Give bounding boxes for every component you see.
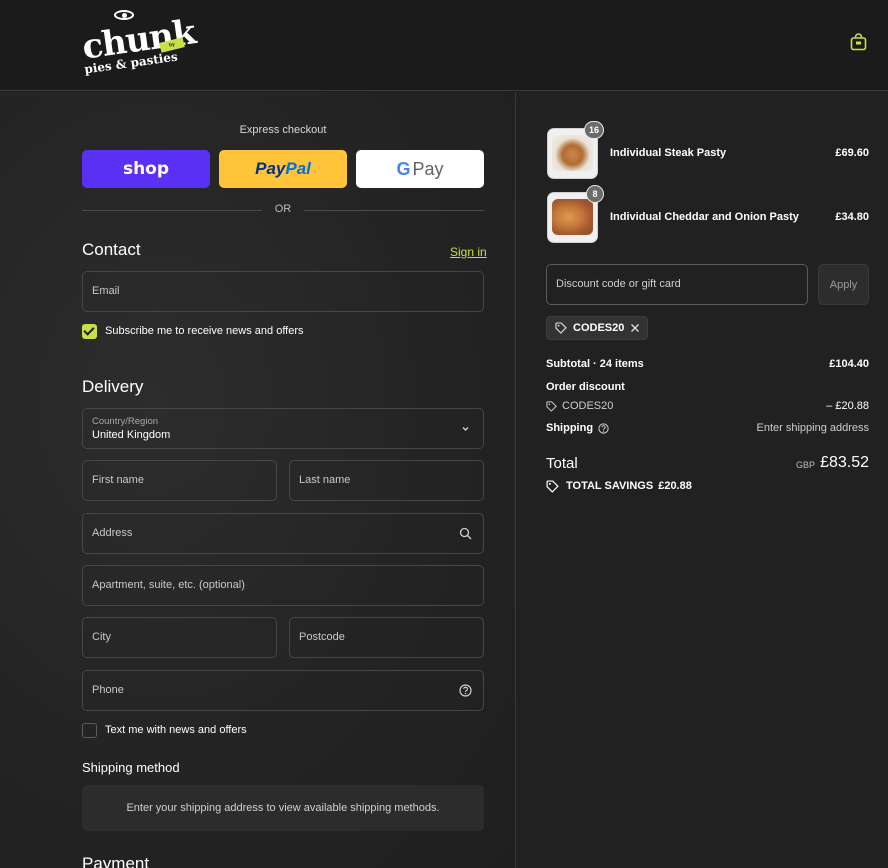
first-name-field[interactable]: First name: [82, 460, 277, 501]
express-checkout-title: Express checkout: [239, 124, 327, 136]
search-icon: [459, 527, 472, 540]
postcode-field[interactable]: Postcode: [289, 617, 484, 658]
shopping-bag-icon[interactable]: [850, 33, 867, 51]
text-me-label: Text me with news and offers: [105, 724, 247, 736]
apartment-field[interactable]: Apartment, suite, etc. (optional): [82, 565, 484, 606]
address-field[interactable]: Address: [82, 513, 484, 554]
paypal-label-pal: Pal: [285, 159, 311, 178]
cheddar-onion-pasty-image: [552, 199, 593, 235]
country-select[interactable]: Country/Region United Kingdom: [82, 408, 484, 449]
brand-logo[interactable]: chunk by dartmoor pies & pasties: [80, 10, 198, 76]
shipping-method-message: Enter your shipping address to view avai…: [126, 802, 440, 814]
subtotal-value: £104.40: [829, 358, 869, 370]
shop-pay-label: shop: [122, 159, 170, 179]
site-header: chunk by dartmoor pies & pasties: [0, 0, 888, 91]
google-pay-label: Pay: [412, 158, 444, 179]
discount-code-row: CODES20 – £20.88: [546, 400, 869, 414]
cart-item-thumbnail: 16: [547, 121, 604, 179]
email-placeholder: Email: [92, 285, 120, 297]
shop-pay-button[interactable]: shop: [82, 150, 210, 188]
discount-code-input[interactable]: Discount code or gift card: [546, 264, 808, 305]
discount-placeholder: Discount code or gift card: [556, 278, 681, 290]
help-circle-icon[interactable]: [598, 422, 609, 434]
discount-code-name: CODES20: [562, 400, 614, 412]
steak-pasty-image: [552, 135, 593, 171]
last-name-placeholder: Last name: [299, 474, 351, 486]
subscribe-checkbox-row[interactable]: Subscribe me to receive news and offers: [82, 323, 304, 339]
total-savings-row: TOTAL SAVINGS £20.88: [546, 479, 692, 493]
subtotal-label: Subtotal · 24 items: [546, 358, 644, 370]
text-me-checkbox-row[interactable]: Text me with news and offers: [82, 722, 247, 738]
applied-discount-chip: CODES20: [546, 316, 648, 340]
tag-icon: [546, 479, 559, 493]
shipping-method-title: Shipping method: [82, 760, 180, 775]
country-label: Country/Region: [92, 416, 159, 427]
cart-item-thumbnail: 8: [547, 185, 604, 243]
country-value: United Kingdom: [92, 429, 171, 441]
discount-value: – £20.88: [826, 400, 869, 412]
last-name-field[interactable]: Last name: [289, 460, 484, 501]
shipping-value: Enter shipping address: [756, 422, 869, 434]
total-savings-label: TOTAL SAVINGS: [566, 480, 654, 492]
first-name-placeholder: First name: [92, 474, 144, 486]
city-field[interactable]: City: [82, 617, 277, 658]
shipping-label: Shipping: [546, 422, 594, 434]
google-pay-button[interactable]: G Pay: [356, 150, 484, 188]
total-label: Total: [546, 455, 578, 472]
paypal-label-pay: Pay: [255, 159, 286, 178]
total-row: Total GBP £83.52: [546, 454, 869, 474]
subtotal-row: Subtotal · 24 items £104.40: [546, 358, 869, 372]
chevron-down-icon: [462, 427, 469, 431]
payment-title: Payment: [82, 854, 150, 868]
contact-title: Contact: [82, 240, 141, 259]
apply-label: Apply: [829, 278, 858, 291]
google-g-icon: G: [396, 158, 411, 179]
quantity-badge: 8: [586, 185, 604, 203]
close-icon[interactable]: [629, 322, 641, 334]
quantity-badge: 16: [583, 121, 604, 139]
cart-item-price: £34.80: [835, 211, 869, 223]
tag-icon: [555, 322, 567, 334]
total-savings-value: £20.88: [658, 480, 692, 492]
cart-item-name: Individual Cheddar and Onion Pasty: [610, 211, 799, 223]
paypal-button[interactable]: Pay Pal: [219, 150, 347, 188]
or-separator: OR: [82, 203, 484, 217]
discount-code-cell: CODES20: [546, 400, 613, 412]
address-placeholder: Address: [92, 527, 133, 539]
shipping-method-notice: Enter your shipping address to view avai…: [82, 785, 484, 831]
logo-eye-icon: [114, 10, 134, 20]
or-label: OR: [274, 203, 292, 215]
sign-in-link[interactable]: Sign in: [450, 245, 487, 259]
delivery-title: Delivery: [82, 377, 144, 396]
help-circle-icon[interactable]: [459, 684, 472, 697]
city-placeholder: City: [92, 631, 111, 643]
order-discount-label: Order discount: [546, 381, 625, 393]
email-field[interactable]: Email: [82, 271, 484, 312]
applied-code-label: CODES20: [573, 322, 625, 334]
tag-icon: [546, 400, 557, 412]
shipping-label-cell: Shipping: [546, 422, 609, 434]
apartment-placeholder: Apartment, suite, etc. (optional): [92, 579, 245, 591]
phone-field[interactable]: Phone: [82, 670, 484, 711]
order-discount-row: Order discount: [546, 381, 869, 395]
total-value: £83.52: [820, 454, 869, 471]
phone-placeholder: Phone: [92, 684, 124, 696]
subscribe-checkbox[interactable]: [82, 323, 97, 339]
currency-code: GBP: [795, 460, 815, 470]
text-me-checkbox[interactable]: [82, 722, 97, 738]
subscribe-label: Subscribe me to receive news and offers: [105, 325, 304, 337]
postcode-placeholder: Postcode: [299, 631, 345, 643]
cart-item-name: Individual Steak Pasty: [610, 147, 727, 159]
cart-item-price: £69.60: [835, 147, 869, 159]
shipping-row: Shipping Enter shipping address: [546, 422, 869, 436]
apply-discount-button[interactable]: Apply: [818, 264, 869, 305]
